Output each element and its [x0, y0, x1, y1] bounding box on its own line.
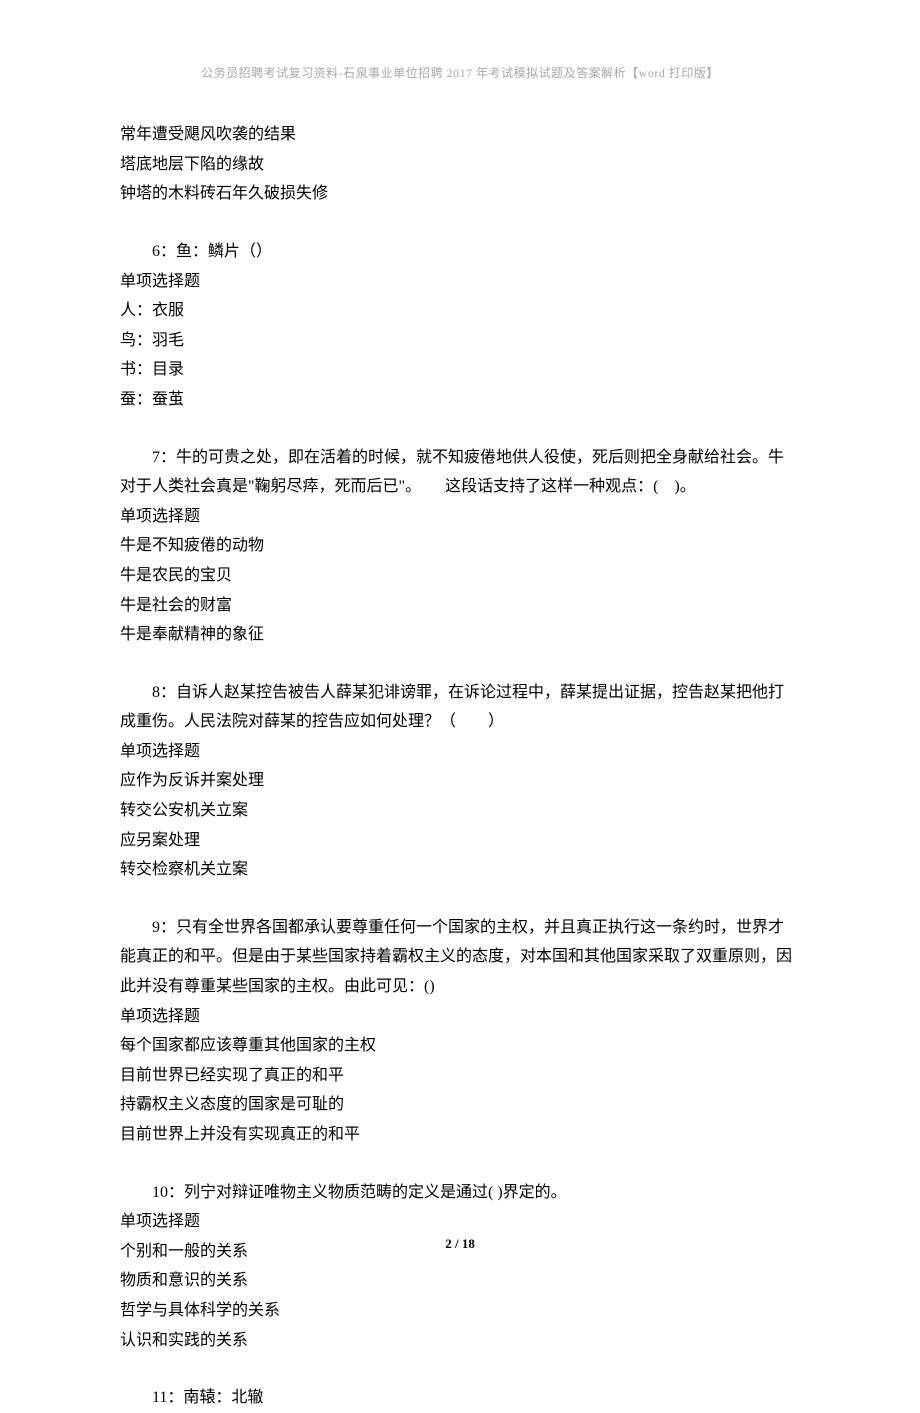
option-text: 鸟：羽毛 — [120, 326, 800, 356]
option-text: 塔底地层下陷的缘故 — [120, 150, 800, 180]
question-number: 6： — [152, 243, 176, 260]
option-text: 牛是社会的财富 — [120, 591, 800, 621]
question-type: 单项选择题 — [120, 267, 800, 297]
question-number: 9： — [152, 919, 176, 936]
option-text: 牛是不知疲倦的动物 — [120, 531, 800, 561]
option-text: 人：衣服 — [120, 296, 800, 326]
option-text: 应另案处理 — [120, 826, 800, 856]
question-block-7: 7：牛的可贵之处，即在活着的时候，就不知疲倦地供人役使，死后则把全身献给社会。牛… — [120, 443, 800, 650]
question-block-9: 9：只有全世界各国都承认要尊重任何一个国家的主权，并且真正执行这一条约时，世界才… — [120, 913, 800, 1150]
question-type: 单项选择题 — [120, 502, 800, 532]
option-text: 持霸权主义态度的国家是可耻的 — [120, 1090, 800, 1120]
question-text: 南辕：北辙 — [183, 1389, 263, 1406]
header-text-c: 打印版】 — [665, 66, 719, 80]
question-text: 列宁对辩证唯物主义物质范畴的定义是通过( )界定的。 — [184, 1184, 567, 1201]
question-block-8: 8：自诉人赵某控告被告人薛某犯诽谤罪，在诉论过程中，薛某提出证据，控告赵某把他打… — [120, 678, 800, 885]
question-block-11: 11：南辕：北辙 — [120, 1383, 800, 1413]
question-stem: 10：列宁对辩证唯物主义物质范畴的定义是通过( )界定的。 — [120, 1178, 800, 1208]
option-text: 牛是农民的宝贝 — [120, 561, 800, 591]
question-number: 8： — [152, 684, 176, 701]
question-number: 10： — [152, 1184, 184, 1201]
option-text: 哲学与具体科学的关系 — [120, 1296, 800, 1326]
option-text: 目前世界已经实现了真正的和平 — [120, 1061, 800, 1091]
question-number: 7： — [152, 449, 176, 466]
question-stem: 7：牛的可贵之处，即在活着的时候，就不知疲倦地供人役使，死后则把全身献给社会。牛… — [120, 443, 800, 502]
page-footer: 2 / 18 — [0, 1232, 920, 1256]
option-text: 牛是奉献精神的象征 — [120, 620, 800, 650]
question-type: 单项选择题 — [120, 737, 800, 767]
option-text: 认识和实践的关系 — [120, 1326, 800, 1356]
question-block-continuation: 常年遭受飓风吹袭的结果 塔底地层下陷的缘故 钟塔的木料砖石年久破损失修 — [120, 120, 800, 209]
option-text: 书：目录 — [120, 355, 800, 385]
question-text: 鱼：鳞片（） — [176, 243, 272, 260]
header-text-b: word — [639, 66, 666, 80]
question-block-6: 6：鱼：鳞片（） 单项选择题 人：衣服 鸟：羽毛 书：目录 蚕：蚕茧 — [120, 237, 800, 415]
question-type: 单项选择题 — [120, 1002, 800, 1032]
question-stem: 9：只有全世界各国都承认要尊重任何一个国家的主权，并且真正执行这一条约时，世界才… — [120, 913, 800, 1002]
document-page: 公务员招聘考试复习资料-石泉事业单位招聘 2017 年考试模拟试题及答案解析【w… — [0, 0, 920, 1413]
option-text: 钟塔的木料砖石年久破损失修 — [120, 179, 800, 209]
option-text: 目前世界上并没有实现真正的和平 — [120, 1120, 800, 1150]
question-stem: 8：自诉人赵某控告被告人薛某犯诽谤罪，在诉论过程中，薛某提出证据，控告赵某把他打… — [120, 678, 800, 737]
page-header: 公务员招聘考试复习资料-石泉事业单位招聘 2017 年考试模拟试题及答案解析【w… — [120, 62, 800, 84]
question-block-10: 10：列宁对辩证唯物主义物质范畴的定义是通过( )界定的。 单项选择题 个别和一… — [120, 1178, 800, 1356]
option-text: 物质和意识的关系 — [120, 1266, 800, 1296]
option-text: 每个国家都应该尊重其他国家的主权 — [120, 1031, 800, 1061]
page-number-sep: / — [452, 1236, 462, 1251]
question-text: 只有全世界各国都承认要尊重任何一个国家的主权，并且真正执行这一条约时，世界才能真… — [120, 919, 792, 995]
question-number: 11： — [152, 1389, 183, 1406]
question-stem: 6：鱼：鳞片（） — [120, 237, 800, 267]
option-text: 应作为反诉并案处理 — [120, 766, 800, 796]
page-number-total: 18 — [462, 1236, 475, 1251]
option-text: 转交检察机关立案 — [120, 855, 800, 885]
question-stem: 11：南辕：北辙 — [120, 1383, 800, 1413]
header-text-a: 公务员招聘考试复习资料-石泉事业单位招聘 2017 年考试模拟试题及答案解析【 — [201, 66, 639, 80]
question-text: 自诉人赵某控告被告人薛某犯诽谤罪，在诉论过程中，薛某提出证据，控告赵某把他打成重… — [120, 684, 784, 731]
question-text: 牛的可贵之处，即在活着的时候，就不知疲倦地供人役使，死后则把全身献给社会。牛对于… — [120, 449, 784, 496]
option-text: 蚕：蚕茧 — [120, 385, 800, 415]
option-text: 常年遭受飓风吹袭的结果 — [120, 120, 800, 150]
option-text: 转交公安机关立案 — [120, 796, 800, 826]
